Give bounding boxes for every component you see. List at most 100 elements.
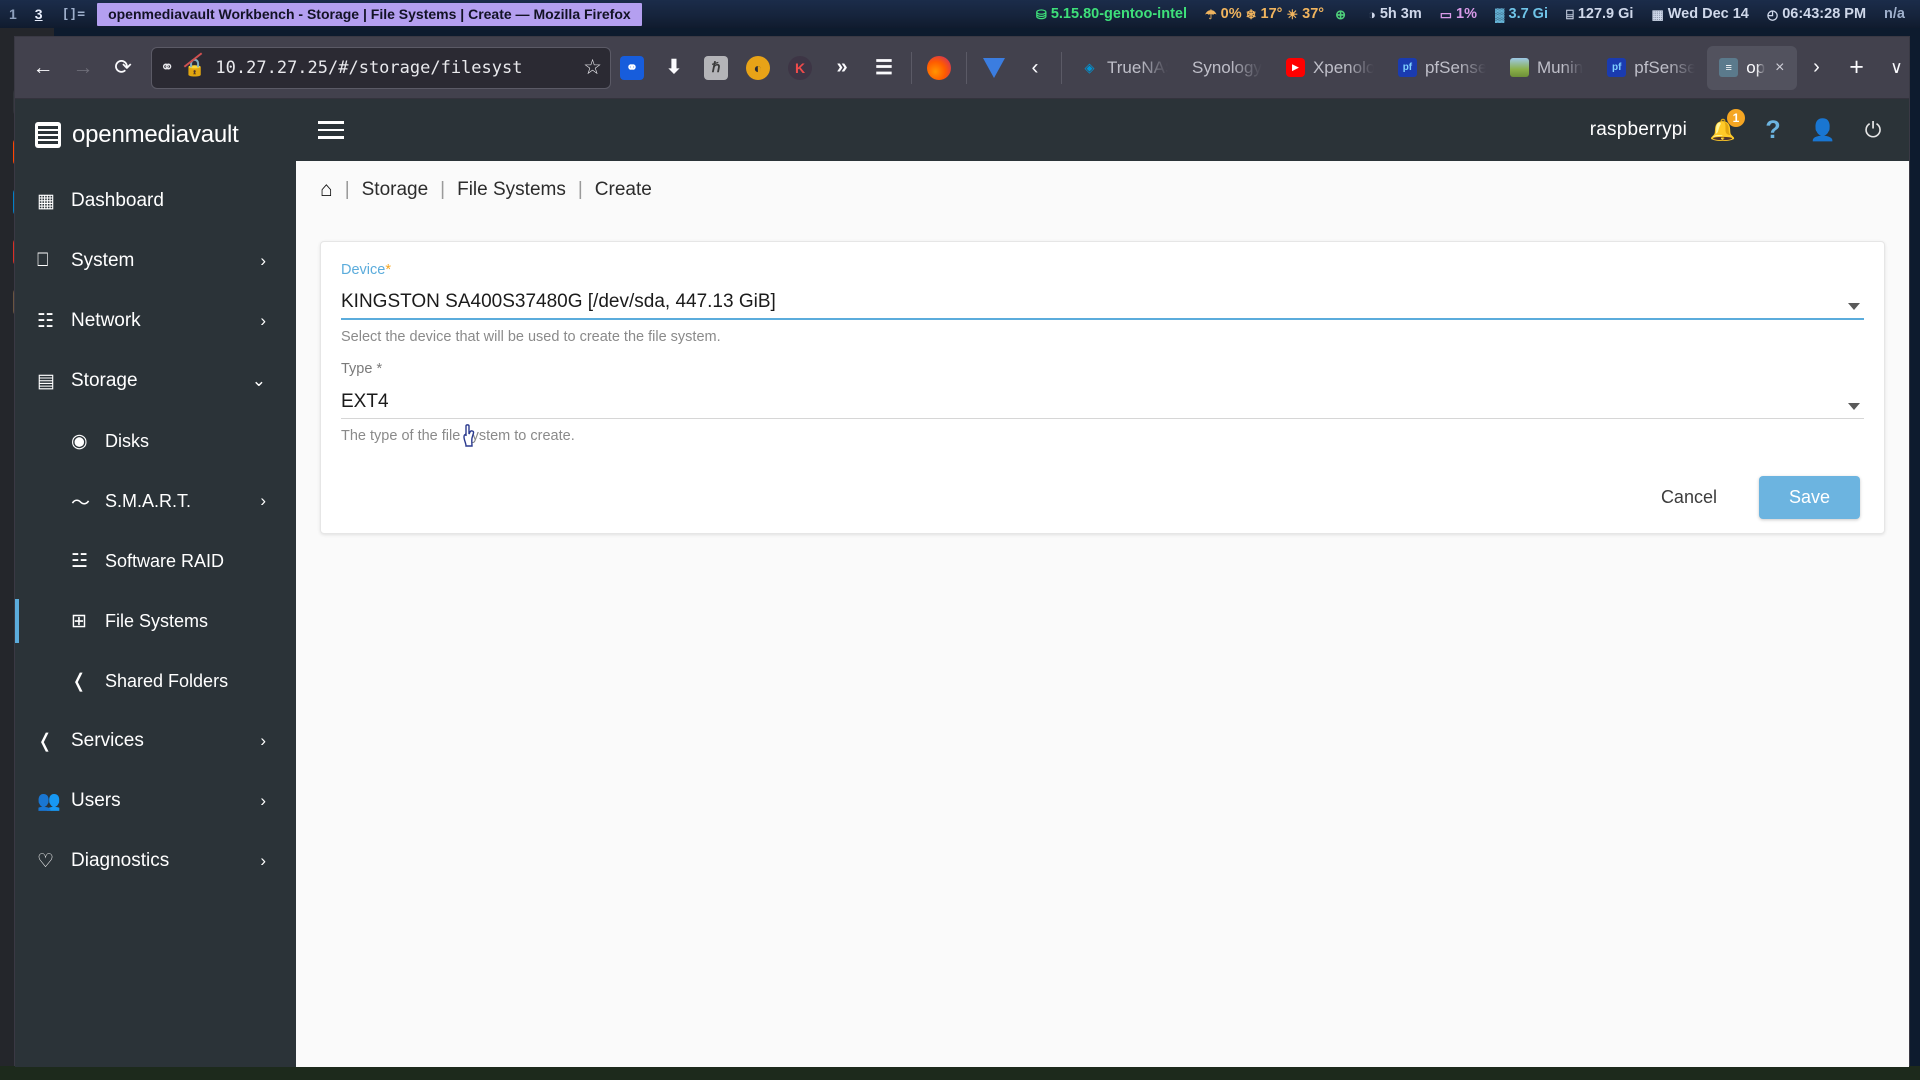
- breadcrumb-separator-2: |: [440, 179, 446, 200]
- type-hint: The type of the file system to create.: [341, 428, 575, 444]
- type-field: Type * EXT4 The type of the file system …: [341, 361, 1864, 444]
- window-manager-bar: 1 3 []= openmediavault Workbench - Stora…: [0, 0, 1920, 28]
- tab-openmediavault[interactable]: ≡ op ×: [1707, 45, 1797, 90]
- scroll-tabs-left-button[interactable]: ‹: [1015, 48, 1055, 88]
- omv-main-content: raspberrypi 🔔 1 ? 👤 ⏻ ⌂ | Storage | File…: [296, 99, 1909, 1067]
- openmediavault-favicon-icon: ≡: [1719, 58, 1739, 77]
- menu-toggle-button[interactable]: [318, 121, 344, 139]
- status-date-text: Wed Dec 14: [1667, 6, 1749, 22]
- status-kernel-text: 5.15.80-gentoo-intel: [1050, 6, 1187, 22]
- tab-xpenology[interactable]: ▶ Xpenology: [1274, 46, 1386, 90]
- status-rain: ☂ 0%: [1196, 6, 1244, 22]
- sidebar-item-users[interactable]: 👥 Users ›: [15, 771, 296, 831]
- sidebar-item-services[interactable]: ❬ Services ›: [15, 711, 296, 771]
- type-select[interactable]: EXT4: [341, 381, 1864, 419]
- sidebar-item-storage[interactable]: ▤ Storage ⌄: [15, 351, 296, 411]
- bookmark-star-icon[interactable]: ☆: [583, 55, 602, 80]
- firefox-window: ← → ⟳ ⚭ 🔒 10.27.27.25/#/storage/filesyst…: [14, 36, 1910, 1067]
- reload-button[interactable]: ⟳: [103, 48, 143, 88]
- brand-label: openmediavault: [72, 121, 239, 148]
- chevron-right-icon: ›: [260, 791, 266, 810]
- firefox-view-icon[interactable]: [973, 48, 1015, 88]
- new-tab-button[interactable]: +: [1837, 48, 1877, 88]
- dropdown-caret-icon[interactable]: [1848, 303, 1860, 310]
- calendar-icon: ▦: [1651, 6, 1664, 22]
- address-bar[interactable]: ⚭ 🔒 10.27.27.25/#/storage/filesyst ☆: [151, 46, 611, 89]
- sidebar-item-label: Dashboard: [71, 190, 164, 211]
- sidebar-item-diagnostics[interactable]: ♡ Diagnostics ›: [15, 831, 296, 891]
- downloads-button[interactable]: ⬇: [653, 48, 695, 88]
- tab-pfsense-1[interactable]: pf pfSense: [1386, 46, 1498, 90]
- dropdown-caret-icon-2[interactable]: [1848, 403, 1860, 410]
- sidebar-item-dashboard[interactable]: ▦ Dashboard: [15, 171, 296, 231]
- overflow-menu-button[interactable]: »: [821, 48, 863, 88]
- required-marker-2: *: [376, 361, 383, 377]
- layout-indicator[interactable]: []=: [52, 7, 95, 22]
- hard-disk-icon: ◉: [71, 430, 88, 452]
- notifications-icon[interactable]: 🔔 1: [1709, 109, 1745, 144]
- app-menu-button[interactable]: ☰: [863, 48, 905, 88]
- power-icon[interactable]: ⏻: [1859, 116, 1887, 144]
- omv-logo[interactable]: openmediavault: [15, 99, 296, 171]
- insecure-lock-icon[interactable]: 🔒: [183, 51, 205, 78]
- forward-button[interactable]: →: [63, 48, 103, 88]
- status-temp-high-text: 37°: [1302, 6, 1325, 22]
- device-select[interactable]: KINGSTON SA400S37480G [/dev/sda, 447.13 …: [341, 282, 1864, 320]
- account-icon[interactable]: 👤: [1809, 116, 1837, 144]
- sidebar-item-network[interactable]: ☷ Network ›: [15, 291, 296, 351]
- scroll-tabs-right-button[interactable]: ›: [1797, 48, 1837, 88]
- status-uptime-text: 5h 3m: [1379, 6, 1422, 22]
- breadcrumb-item-storage[interactable]: Storage: [362, 179, 429, 201]
- memory-icon: ▓: [1495, 6, 1505, 22]
- sidebar-item-file-systems[interactable]: ⊞ File Systems: [15, 591, 296, 651]
- chevron-right-icon: ›: [260, 851, 266, 870]
- sidebar-item-system[interactable]: ⎕ System ›: [15, 231, 296, 291]
- tab-truenas[interactable]: ◈ TrueNAS: [1068, 46, 1180, 90]
- notification-badge: 1: [1727, 109, 1745, 127]
- sidebar-item-disks[interactable]: ◉ Disks: [15, 411, 296, 471]
- sidebar-item-label: File Systems: [105, 610, 209, 631]
- status-cpu: ▭ 1%: [1431, 6, 1486, 22]
- back-button[interactable]: ←: [23, 48, 63, 88]
- sidebar-item-shared-folders[interactable]: ❬ Shared Folders: [15, 651, 296, 711]
- url-text[interactable]: 10.27.27.25/#/storage/filesyst: [215, 58, 573, 78]
- workspace-1[interactable]: 1: [0, 6, 26, 22]
- desktop-wallpaper-strip: [0, 1066, 1920, 1080]
- help-icon[interactable]: ?: [1759, 116, 1787, 144]
- globe-icon: ⊕: [1335, 6, 1346, 22]
- tab-synology[interactable]: Synology: [1180, 46, 1274, 90]
- tab-label: pfSense: [1634, 57, 1696, 77]
- save-button[interactable]: Save: [1758, 476, 1860, 519]
- toolbar-divider: [911, 51, 912, 84]
- sidebar-item-smart[interactable]: 〜 S.M.A.R.T. ›: [15, 471, 296, 531]
- hoverzoom-extension-button[interactable]: ℏ: [695, 48, 737, 88]
- status-disk-text: 127.9 Gi: [1577, 6, 1634, 22]
- network-icon: ☷: [37, 310, 55, 332]
- kagi-extension-button[interactable]: K: [779, 48, 821, 88]
- tab-label: pfSense: [1424, 57, 1486, 77]
- umbrella-icon: ☂: [1205, 6, 1217, 22]
- close-tab-icon[interactable]: ×: [1775, 59, 1784, 77]
- device-label: Device*: [341, 262, 1864, 278]
- file-systems-icon: ⊞: [71, 610, 87, 632]
- device-label-text: Device: [341, 262, 386, 278]
- firefox-logo-icon[interactable]: [918, 48, 960, 88]
- chevron-down-icon: ⌄: [251, 371, 266, 390]
- chevron-right-icon: ›: [260, 311, 266, 330]
- cancel-button[interactable]: Cancel: [1639, 477, 1739, 518]
- list-all-tabs-button[interactable]: ∨: [1877, 48, 1901, 88]
- status-rain-text: 0%: [1220, 6, 1242, 22]
- bitwarden-extension-button[interactable]: ⚭: [611, 48, 653, 88]
- tab-munin[interactable]: Munin: [1498, 46, 1595, 90]
- shield-icon[interactable]: ⚭: [160, 58, 174, 78]
- sidebar-item-label: Users: [71, 790, 121, 811]
- home-icon[interactable]: ⌂: [320, 178, 333, 202]
- status-misc: n/a: [1875, 6, 1914, 22]
- tab-label: op: [1746, 57, 1766, 77]
- breadcrumb-item-file-systems[interactable]: File Systems: [457, 179, 566, 201]
- sidebar-item-software-raid[interactable]: ☳ Software RAID: [15, 531, 296, 591]
- tab-pfsense-2[interactable]: pf pfSense: [1595, 46, 1707, 90]
- storage-icon: ▤: [37, 370, 55, 392]
- violentmonkey-extension-button[interactable]: ◐: [737, 48, 779, 88]
- workspace-3[interactable]: 3: [26, 6, 52, 22]
